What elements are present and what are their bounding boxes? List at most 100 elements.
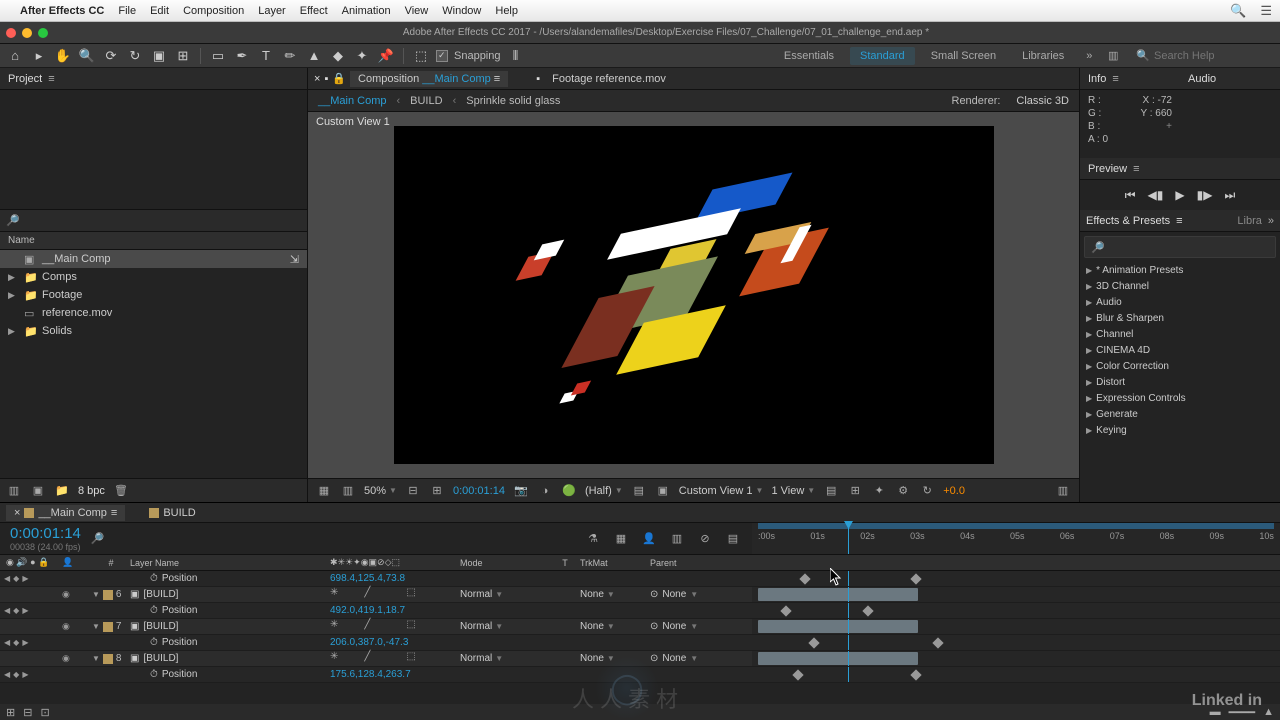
- keyframe-icon[interactable]: [799, 573, 810, 584]
- project-bpc[interactable]: 8 bpc: [78, 485, 105, 497]
- menu-file[interactable]: File: [118, 5, 136, 17]
- color-mgmt-icon[interactable]: 🟢: [561, 484, 577, 497]
- prev-keyframe-icon[interactable]: ◀: [4, 574, 10, 583]
- project-item-main-comp[interactable]: ▣__Main Comp⇲: [0, 250, 307, 268]
- effects-category[interactable]: ▶Channel: [1080, 326, 1280, 342]
- position-value[interactable]: 206.0,387.0,-47.3: [330, 637, 408, 648]
- panel-menu-icon[interactable]: ≡: [1133, 163, 1139, 175]
- add-keyframe-icon[interactable]: ◆: [13, 574, 19, 583]
- tab-footage-reference[interactable]: Footage reference.mov: [544, 71, 674, 87]
- project-item-comps-folder[interactable]: ▶📁Comps: [0, 268, 307, 286]
- 3d-icon[interactable]: ⬚: [406, 587, 415, 602]
- menubar-list-icon[interactable]: ☰: [1260, 3, 1272, 19]
- workspace-standard[interactable]: Standard: [850, 47, 915, 65]
- eye-icon[interactable]: ◉: [62, 621, 70, 632]
- effect-icon[interactable]: ╱: [364, 587, 370, 602]
- panel-menu-icon[interactable]: ≡: [111, 507, 117, 519]
- effects-category[interactable]: ▶3D Channel: [1080, 278, 1280, 294]
- views-count-dropdown[interactable]: 1 View▼: [771, 485, 815, 497]
- menu-view[interactable]: View: [405, 5, 429, 17]
- lock-icon[interactable]: 🔒: [332, 72, 346, 85]
- comp-flowchart-icon[interactable]: ⇲: [290, 253, 299, 266]
- prev-keyframe-icon[interactable]: ◀: [4, 638, 10, 647]
- collapse-icon[interactable]: ✳: [330, 587, 338, 602]
- workspace-overflow-icon[interactable]: »: [1080, 50, 1098, 62]
- panel-menu-icon[interactable]: ≡: [48, 73, 54, 85]
- home-icon[interactable]: ⌂: [6, 47, 24, 65]
- keyframe-icon[interactable]: [792, 669, 803, 680]
- play-icon[interactable]: ▶: [1175, 188, 1184, 202]
- project-search[interactable]: 🔎: [0, 210, 307, 232]
- workspace-libraries[interactable]: Libraries: [1012, 47, 1074, 65]
- snapshot-icon[interactable]: 📷: [513, 484, 529, 497]
- timeline-search[interactable]: 🔎: [91, 532, 105, 545]
- stopwatch-icon[interactable]: ⏱: [150, 605, 158, 616]
- timeline-row-position[interactable]: ◀◆▶ ⏱Position 206.0,387.0,-47.3: [0, 635, 1280, 651]
- zoom-in-icon[interactable]: ▲: [1263, 706, 1274, 718]
- rotate-tool-icon[interactable]: ↻: [126, 47, 144, 65]
- prev-frame-icon[interactable]: ◀▮: [1148, 188, 1164, 202]
- overflow-icon[interactable]: »: [1268, 215, 1274, 227]
- work-area-bar[interactable]: [758, 523, 1274, 529]
- effects-category[interactable]: ▶Expression Controls: [1080, 390, 1280, 406]
- stopwatch-icon[interactable]: ⏱: [150, 573, 158, 584]
- puppet-tool-icon[interactable]: 📌: [377, 47, 395, 65]
- toggle-transparency-icon[interactable]: ▣: [655, 484, 671, 497]
- menu-edit[interactable]: Edit: [150, 5, 169, 17]
- new-comp-icon[interactable]: ▣: [30, 484, 46, 497]
- current-time-indicator[interactable]: [848, 523, 849, 554]
- hand-tool-icon[interactable]: ✋: [54, 47, 72, 65]
- twirl-icon[interactable]: ▼: [92, 590, 100, 599]
- eye-icon[interactable]: ◉: [62, 653, 70, 664]
- snapping-checkbox[interactable]: [436, 50, 448, 62]
- timeline-zoom-slider[interactable]: ━━━━: [1229, 706, 1256, 719]
- add-keyframe-icon[interactable]: ◆: [13, 638, 19, 647]
- layer-bar[interactable]: [758, 588, 918, 601]
- keyframe-icon[interactable]: [780, 605, 791, 616]
- renderer-value[interactable]: Classic 3D: [1016, 95, 1069, 107]
- orbit-tool-icon[interactable]: ⟳: [102, 47, 120, 65]
- crumb-sprinkle[interactable]: Sprinkle solid glass: [466, 95, 560, 107]
- brush-tool-icon[interactable]: ✏: [281, 47, 299, 65]
- keyframe-icon[interactable]: [808, 637, 819, 648]
- app-name[interactable]: After Effects CC: [20, 5, 104, 17]
- effects-list[interactable]: ▶* Animation Presets ▶3D Channel ▶Audio …: [1080, 262, 1280, 502]
- exposure-value[interactable]: +0.0: [943, 485, 965, 497]
- close-icon[interactable]: ×: [14, 507, 20, 519]
- timeline-tab-main[interactable]: ×__Main Comp≡: [6, 505, 125, 521]
- snap-opt-icon[interactable]: ⫴: [507, 47, 525, 65]
- effect-icon[interactable]: ╱: [364, 651, 370, 666]
- resolution-dropdown[interactable]: (Half)▼: [585, 485, 623, 497]
- local-axis-icon[interactable]: ⬚: [412, 47, 430, 65]
- spotlight-icon[interactable]: 🔍: [1230, 3, 1246, 19]
- prev-keyframe-icon[interactable]: ◀: [4, 670, 10, 679]
- comp-mini-flowchart-icon[interactable]: ⚗: [584, 532, 602, 545]
- project-panel-header[interactable]: Project ≡: [0, 68, 307, 90]
- search-help[interactable]: 🔍: [1136, 49, 1274, 62]
- panel-menu-icon[interactable]: ≡: [494, 73, 500, 85]
- composition-viewer[interactable]: Custom View 1: [308, 112, 1079, 478]
- menu-animation[interactable]: Animation: [342, 5, 391, 17]
- show-channel-icon[interactable]: ◑: [537, 485, 553, 497]
- crumb-build[interactable]: BUILD: [410, 95, 442, 107]
- tab-composition[interactable]: Composition __Main Comp ≡: [350, 71, 508, 87]
- effects-presets-tab[interactable]: Effects & Presets: [1086, 215, 1170, 227]
- audio-panel-header[interactable]: Audio: [1180, 68, 1280, 90]
- 3d-ground-icon[interactable]: ✦: [871, 484, 887, 497]
- composition-canvas[interactable]: [394, 126, 994, 464]
- layer-bar[interactable]: [758, 620, 918, 633]
- effects-category[interactable]: ▶Distort: [1080, 374, 1280, 390]
- eraser-tool-icon[interactable]: ◆: [329, 47, 347, 65]
- first-frame-icon[interactable]: ⏮: [1125, 188, 1136, 203]
- reset-exposure-icon[interactable]: ↻: [919, 484, 935, 497]
- effects-category[interactable]: ▶Generate: [1080, 406, 1280, 422]
- window-close-button[interactable]: [6, 28, 16, 38]
- label-color-icon[interactable]: [103, 654, 113, 664]
- workspace-essentials[interactable]: Essentials: [774, 47, 844, 65]
- 3d-icon[interactable]: ⬚: [406, 651, 415, 666]
- effects-search[interactable]: 🔎: [1084, 236, 1276, 258]
- toggle-switches-icon[interactable]: ⊞: [6, 706, 15, 719]
- resolution-icon[interactable]: ⊟: [405, 484, 421, 497]
- new-folder-icon[interactable]: 📁: [54, 484, 70, 497]
- twirl-icon[interactable]: ▼: [92, 654, 100, 663]
